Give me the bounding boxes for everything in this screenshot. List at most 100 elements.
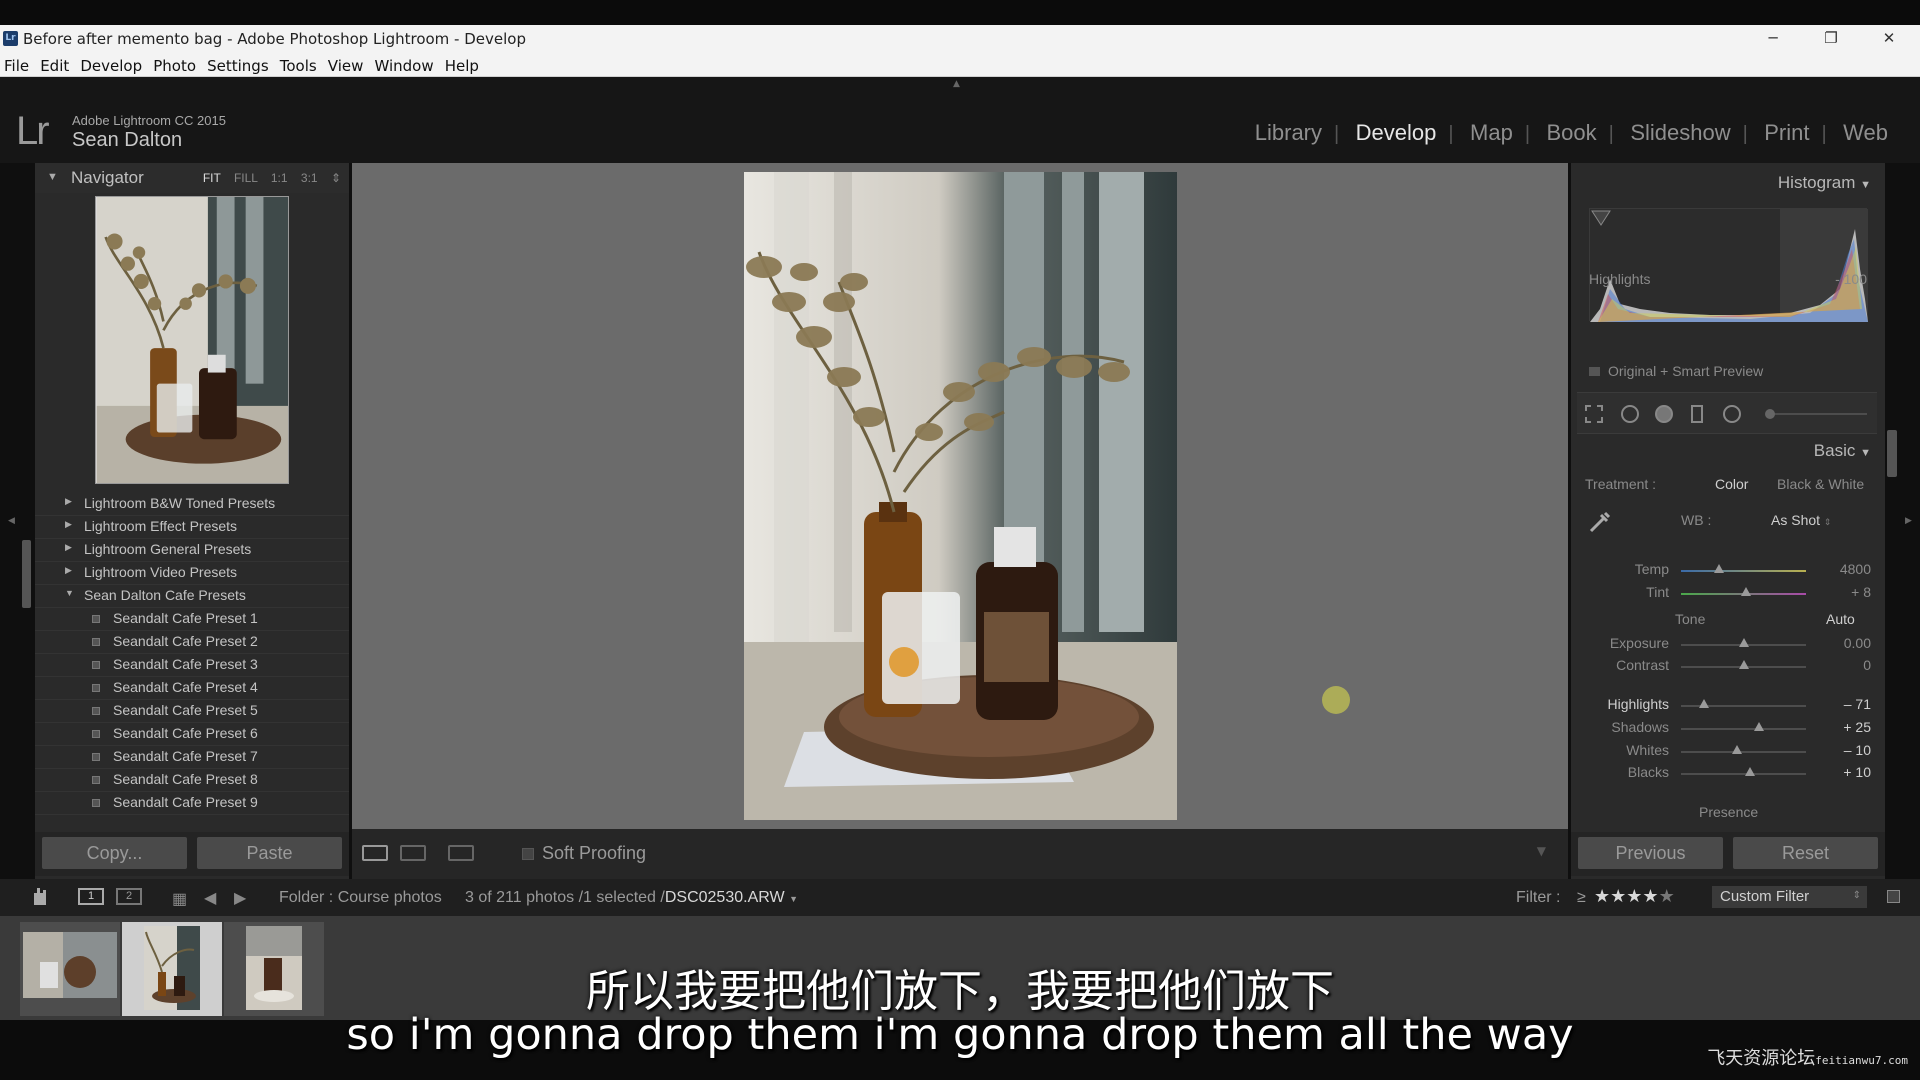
preset-item[interactable]: Seandalt Cafe Preset 2 (35, 631, 349, 654)
slider-value-shadows[interactable]: + 25 (1821, 719, 1871, 735)
wb-value-dropdown[interactable]: As Shot ⇕ (1771, 512, 1831, 528)
filter-lock-icon[interactable] (1887, 890, 1900, 903)
preset-item[interactable]: Seandalt Cafe Preset 9 (35, 792, 349, 815)
menu-settings[interactable]: Settings (204, 54, 272, 75)
slider-track-temp[interactable] (1681, 570, 1806, 572)
treatment-bw-option[interactable]: Black & White (1777, 476, 1864, 492)
module-library[interactable]: Library (1243, 120, 1334, 146)
red-eye-icon[interactable] (1655, 405, 1673, 423)
menu-view[interactable]: View (325, 54, 367, 75)
histogram-header[interactable]: Histogram ▼ (1778, 173, 1871, 193)
before-after-icon[interactable] (400, 845, 426, 861)
custom-filter-dropdown[interactable]: Custom Filter ⇕ (1712, 886, 1867, 908)
toolbar-dropdown-icon[interactable]: ▼ (1537, 844, 1546, 858)
zoom-fit[interactable]: FIT (203, 171, 221, 185)
slider-track-blacks[interactable] (1681, 773, 1806, 775)
expand-triangle-icon[interactable]: ▶ (65, 542, 72, 553)
crop-overlay-icon[interactable] (1585, 405, 1603, 423)
paste-button[interactable]: Paste (197, 837, 342, 869)
module-web[interactable]: Web (1831, 120, 1900, 146)
slider-thumb-temp[interactable] (1713, 564, 1724, 573)
preset-item[interactable]: Seandalt Cafe Preset 7 (35, 746, 349, 769)
right-panel-toggle-icon[interactable]: ▶ (1905, 516, 1912, 526)
menu-window[interactable]: Window (371, 54, 436, 75)
expand-triangle-icon[interactable]: ▶ (65, 496, 72, 507)
collapse-triangle-icon[interactable]: ▼ (47, 171, 58, 183)
collapse-triangle-icon[interactable]: ▼ (1860, 447, 1871, 459)
zoom-3-1[interactable]: 3:1 (301, 171, 318, 185)
preset-item[interactable]: Seandalt Cafe Preset 5 (35, 700, 349, 723)
module-slideshow[interactable]: Slideshow (1618, 120, 1742, 146)
preset-item[interactable]: Seandalt Cafe Preset 4 (35, 677, 349, 700)
slider-value-highlights[interactable]: – 71 (1821, 696, 1871, 712)
menu-develop[interactable]: Develop (77, 54, 145, 75)
star-icon[interactable]: ★ (1642, 886, 1658, 906)
zoom-1-1[interactable]: 1:1 (271, 171, 288, 185)
yy-compare-icon[interactable] (448, 845, 474, 861)
restore-button[interactable]: ❐ (1811, 27, 1851, 49)
screen-2-button[interactable]: 2 (116, 888, 142, 905)
module-develop[interactable]: Develop (1344, 120, 1449, 146)
loupe-view-icon[interactable] (362, 845, 388, 861)
menu-tools[interactable]: Tools (277, 54, 320, 75)
left-panel-toggle-icon[interactable]: ◀ (8, 516, 15, 526)
slider-value-exposure[interactable]: 0.00 (1821, 635, 1871, 651)
hand-tool-icon[interactable] (30, 885, 48, 907)
menu-photo[interactable]: Photo (150, 54, 199, 75)
previous-button[interactable]: Previous (1578, 837, 1723, 869)
preset-folder[interactable]: ▶ Lightroom Effect Presets (35, 516, 349, 539)
preset-item[interactable]: Seandalt Cafe Preset 8 (35, 769, 349, 792)
spot-removal-icon[interactable] (1621, 405, 1639, 423)
preset-folder[interactable]: ▶ Lightroom B&W Toned Presets (35, 493, 349, 516)
folder-source[interactable]: Folder : Course photos (279, 889, 442, 907)
filter-operator[interactable]: ≥ (1577, 889, 1586, 907)
slider-value-temp[interactable]: 4800 (1821, 561, 1871, 577)
slider-thumb-blacks[interactable] (1744, 767, 1755, 776)
brush-toggle-icon[interactable] (1765, 409, 1775, 419)
slider-track-shadows[interactable] (1681, 728, 1806, 730)
tone-auto-button[interactable]: Auto (1826, 611, 1855, 627)
minimize-button[interactable]: ─ (1753, 27, 1793, 49)
slider-thumb-whites[interactable] (1732, 745, 1743, 754)
preset-folder-expanded[interactable]: ▼ Sean Dalton Cafe Presets (35, 585, 349, 608)
slider-value-tint[interactable]: + 8 (1821, 584, 1871, 600)
collapse-top-arrow-icon[interactable]: ▲ (953, 79, 960, 89)
soft-proofing-checkbox[interactable] (522, 848, 534, 860)
histogram-chart[interactable] (1589, 208, 1868, 322)
slider-value-contrast[interactable]: 0 (1821, 657, 1871, 673)
treatment-color-option[interactable]: Color (1715, 476, 1748, 492)
menu-file[interactable]: File (1, 54, 32, 75)
reset-button[interactable]: Reset (1733, 837, 1878, 869)
back-arrow-icon[interactable]: ◀ (204, 888, 216, 908)
zoom-dropdown-icon[interactable]: ⇕ (331, 171, 341, 185)
radial-filter-icon[interactable] (1723, 405, 1741, 423)
preset-folder[interactable]: ▶ Lightroom Video Presets (35, 562, 349, 585)
slider-thumb-contrast[interactable] (1738, 660, 1749, 669)
navigator-header[interactable]: ▼ Navigator FIT FILL 1:1 3:1 ⇕ (35, 163, 349, 193)
expand-triangle-icon[interactable]: ▶ (65, 565, 72, 576)
graduated-filter-icon[interactable] (1691, 405, 1703, 423)
right-panel-scrollbar[interactable] (1887, 430, 1897, 477)
collapse-triangle-icon[interactable]: ▼ (65, 588, 74, 598)
slider-track-whites[interactable] (1681, 751, 1806, 753)
preset-item[interactable]: Seandalt Cafe Preset 1 (35, 608, 349, 631)
slider-thumb-shadows[interactable] (1753, 722, 1764, 731)
menu-edit[interactable]: Edit (37, 54, 72, 75)
star-icon[interactable]: ★ (1659, 886, 1675, 906)
star-icon[interactable]: ★ (1626, 886, 1642, 906)
slider-thumb-exposure[interactable] (1738, 638, 1749, 647)
slider-value-blacks[interactable]: + 10 (1821, 764, 1871, 780)
collapse-triangle-icon[interactable]: ▼ (1860, 179, 1871, 191)
left-panel-scrollbar[interactable] (22, 540, 31, 608)
forward-arrow-icon[interactable]: ▶ (234, 888, 246, 908)
preset-item[interactable]: Seandalt Cafe Preset 3 (35, 654, 349, 677)
star-icon[interactable]: ★ (1610, 886, 1626, 906)
preset-folder[interactable]: ▶ Lightroom General Presets (35, 539, 349, 562)
close-button[interactable]: ✕ (1869, 27, 1909, 49)
zoom-fill[interactable]: FILL (234, 171, 258, 185)
module-map[interactable]: Map (1458, 120, 1525, 146)
star-rating-filter[interactable]: ★★★★★ (1594, 886, 1675, 907)
copy-button[interactable]: Copy... (42, 837, 187, 869)
slider-thumb-tint[interactable] (1741, 587, 1751, 596)
basic-header[interactable]: Basic ▼ (1814, 441, 1871, 461)
